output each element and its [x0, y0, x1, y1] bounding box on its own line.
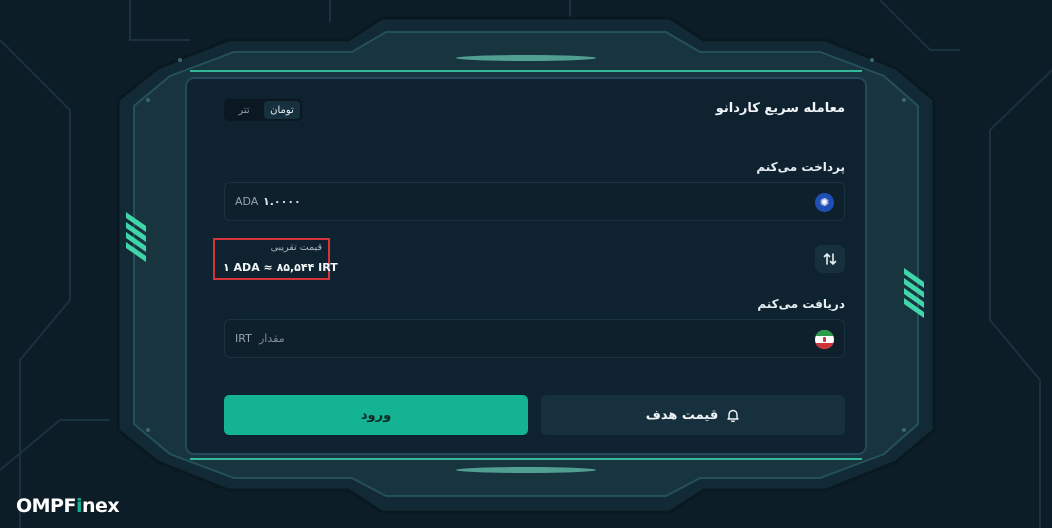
swap-button[interactable]	[815, 245, 845, 273]
iran-flag-icon	[815, 330, 834, 349]
login-button[interactable]: ورود	[224, 395, 528, 435]
target-price-button[interactable]: قیمت هدف	[541, 395, 845, 435]
tab-toman[interactable]: تومان	[264, 101, 300, 119]
brand-logo: OMPFinex	[16, 495, 120, 517]
target-price-label: قیمت هدف	[645, 407, 719, 423]
bell-icon	[727, 409, 739, 422]
swap-arrows-icon	[823, 253, 837, 265]
cardano-coin-icon: ✺	[815, 193, 834, 212]
login-button-label: ورود	[360, 407, 392, 423]
pay-amount-value: ۱.۰۰۰۰	[263, 195, 301, 208]
receive-unit: IRT	[235, 332, 252, 345]
receive-amount-placeholder: مقدار	[259, 332, 285, 345]
pay-unit: ADA	[235, 195, 259, 208]
currency-toggle: تتر تومان	[224, 99, 302, 121]
tab-tether[interactable]: تتر	[226, 101, 262, 119]
pay-label: پرداخت می‌کنم	[756, 160, 845, 174]
receive-amount-field[interactable]: IRT مقدار	[224, 319, 845, 358]
approx-price-value: ۱ ADA ≈ ۸۵,۵۴۴ IRT	[223, 261, 338, 274]
widget-title: معامله سریع کاردانو	[715, 101, 845, 116]
approx-price-box: قیمت تقریبی ۱ ADA ≈ ۸۵,۵۴۴ IRT	[213, 238, 338, 280]
pay-amount-field[interactable]: ADA ۱.۰۰۰۰ ✺	[224, 182, 845, 221]
receive-label: دریافت می‌کنم	[757, 297, 845, 311]
approx-price-label: قیمت تقریبی	[270, 242, 322, 253]
